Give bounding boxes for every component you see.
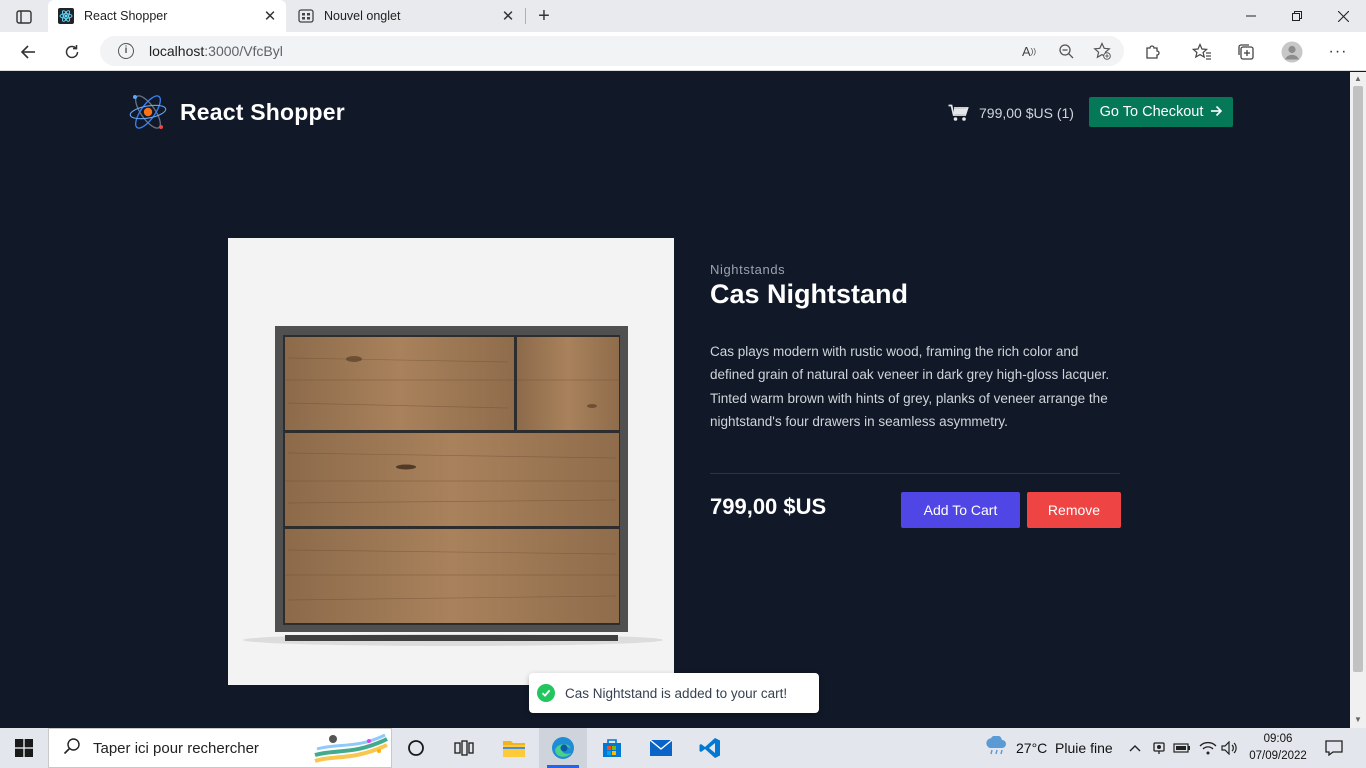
close-window-icon[interactable]: [1320, 0, 1366, 32]
atom-logo-icon[interactable]: [128, 91, 168, 133]
volume-icon[interactable]: [1220, 728, 1240, 768]
search-highlight-icon: [313, 731, 389, 768]
product-category: Nightstands: [710, 262, 786, 277]
browser-toolbar: i localhost:3000/VfcByl A)) ···: [0, 32, 1366, 71]
notifications-icon[interactable]: [1318, 728, 1350, 768]
scroll-down-icon[interactable]: ▼: [1354, 716, 1362, 724]
success-toast[interactable]: Cas Nightstand is added to your cart!: [529, 673, 819, 713]
restore-icon[interactable]: [1274, 0, 1320, 32]
add-favorite-icon[interactable]: [1091, 41, 1113, 61]
url-host: localhost: [149, 43, 205, 59]
url-text[interactable]: localhost:3000/VfcByl: [149, 43, 283, 59]
scroll-up-icon[interactable]: ▲: [1354, 75, 1362, 83]
tab-actions-icon[interactable]: [10, 7, 38, 27]
mail-icon[interactable]: [637, 728, 685, 768]
favorites-icon[interactable]: [1190, 40, 1214, 64]
tab-new-tab[interactable]: Nouvel onglet ✕: [288, 0, 524, 32]
windows-taskbar: Taper ici pour rechercher 27°C Pluie fin…: [0, 728, 1366, 768]
page-scrollbar[interactable]: ▲ ▼: [1350, 72, 1366, 728]
cortana-icon[interactable]: [392, 728, 440, 768]
divider: [710, 473, 1120, 474]
product-description: Cas plays modern with rustic wood, frami…: [710, 344, 1110, 429]
wifi-icon[interactable]: [1198, 728, 1218, 768]
tab-title: React Shopper: [84, 9, 168, 23]
remove-from-cart-button[interactable]: Remove: [1027, 492, 1121, 528]
tab-react-shopper[interactable]: React Shopper ✕: [48, 0, 286, 32]
taskbar-search[interactable]: Taper ici pour rechercher: [48, 728, 392, 768]
edge-taskbar-icon[interactable]: [539, 728, 587, 768]
check-circle-icon: [537, 684, 555, 702]
site-info-icon[interactable]: i: [118, 43, 134, 59]
search-placeholder: Taper ici pour rechercher: [93, 739, 259, 757]
read-aloud-icon[interactable]: A)): [1018, 41, 1040, 61]
file-explorer-icon[interactable]: [490, 728, 538, 768]
windows-start-icon[interactable]: [0, 728, 48, 768]
cart-summary[interactable]: 799,00 $US (1): [948, 104, 1074, 122]
new-tab-button[interactable]: +: [532, 5, 556, 27]
web-page: React Shopper 799,00 $US (1) Go To Check…: [0, 72, 1350, 728]
browser-tab-bar: React Shopper ✕ Nouvel onglet ✕ +: [0, 0, 1366, 32]
product-price: 799,00 $US: [710, 494, 827, 519]
weather-widget[interactable]: 27°C Pluie fine: [984, 728, 1124, 768]
profile-avatar-icon[interactable]: [1280, 40, 1304, 64]
close-tab-icon[interactable]: ✕: [260, 6, 280, 26]
more-options-icon[interactable]: ···: [1326, 40, 1350, 64]
battery-icon[interactable]: [1172, 728, 1192, 768]
new-tab-page-icon: [298, 8, 314, 24]
collections-icon[interactable]: [1234, 40, 1258, 64]
scroll-thumb[interactable]: [1353, 86, 1363, 672]
clock-date: 07/09/2022: [1249, 750, 1307, 762]
rain-cloud-icon: [984, 734, 1008, 761]
extensions-icon[interactable]: [1141, 40, 1165, 64]
toast-message: Cas Nightstand is added to your cart!: [565, 685, 788, 701]
search-icon: [63, 737, 81, 760]
system-clock[interactable]: 09:06 07/09/2022: [1243, 731, 1313, 765]
refresh-icon[interactable]: [58, 38, 86, 66]
minimize-icon[interactable]: [1228, 0, 1274, 32]
chevron-up-icon[interactable]: [1126, 728, 1144, 768]
tab-title: Nouvel onglet: [324, 9, 401, 23]
url-path: :3000/VfcByl: [204, 43, 283, 59]
shopping-cart-icon: [948, 104, 970, 122]
clock-time: 09:06: [1263, 733, 1293, 745]
back-arrow-icon[interactable]: [14, 38, 42, 66]
brand-name[interactable]: React Shopper: [180, 99, 345, 126]
task-view-icon[interactable]: [440, 728, 488, 768]
checkout-label: Go To Checkout: [1099, 104, 1204, 120]
zoom-out-icon[interactable]: [1055, 41, 1077, 61]
react-icon: [58, 8, 74, 24]
microsoft-store-icon[interactable]: [588, 728, 636, 768]
address-bar[interactable]: i localhost:3000/VfcByl A)): [100, 36, 1124, 66]
arrow-right-icon: [1210, 104, 1223, 120]
meet-now-icon[interactable]: [1150, 728, 1168, 768]
weather-text: 27°C Pluie fine: [1016, 740, 1113, 756]
tab-divider: [525, 8, 526, 24]
product-title: Cas Nightstand: [710, 279, 909, 309]
add-to-cart-button[interactable]: Add To Cart: [901, 492, 1020, 528]
vscode-icon[interactable]: [686, 728, 734, 768]
go-to-checkout-button[interactable]: Go To Checkout: [1089, 97, 1233, 127]
close-tab-icon[interactable]: ✕: [498, 6, 518, 26]
product-image: [228, 238, 674, 685]
cart-total-text: 799,00 $US (1): [979, 105, 1074, 121]
